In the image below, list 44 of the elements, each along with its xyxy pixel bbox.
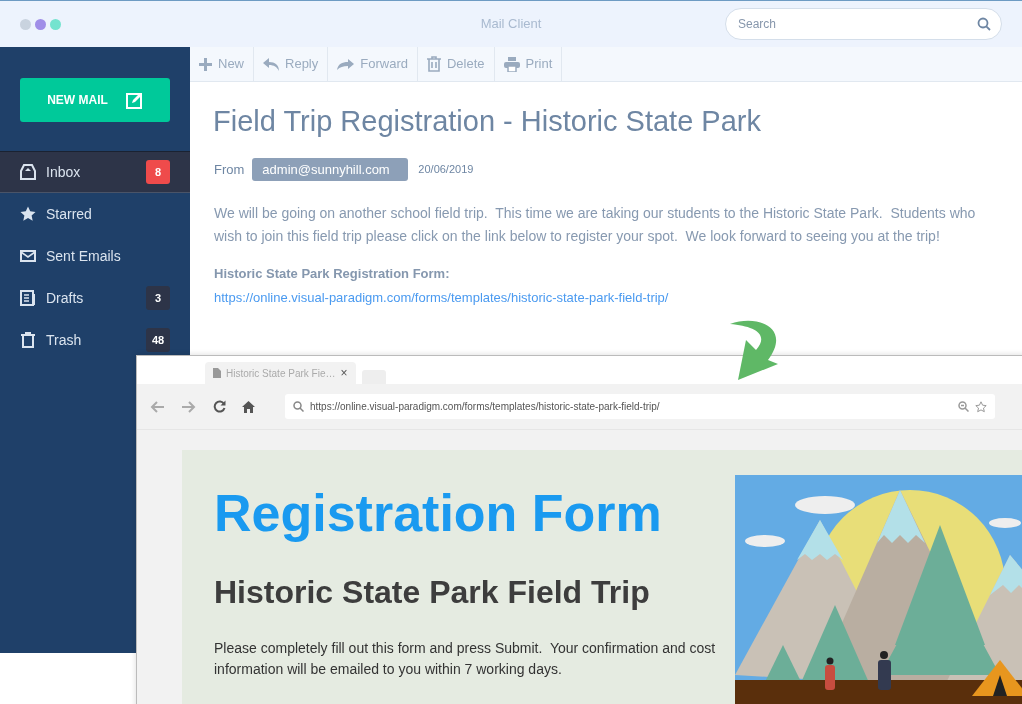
sidebar-item[interactable]: Sent Emails — [0, 235, 190, 277]
sidebar-item[interactable]: Starred — [0, 193, 190, 235]
star-icon[interactable] — [975, 400, 987, 413]
link-heading: Historic State Park Registration Form: — [214, 265, 451, 283]
zoom-out-icon[interactable] — [958, 401, 969, 412]
address-bar[interactable]: https://online.visual-paradigm.com/forms/templates/historic-state-park-field-trip/ — [285, 394, 995, 419]
document-icon — [20, 290, 36, 306]
form-instructions: Please completely fill out this form and press Submit. Your confirmation and cost information will be emailed to you within 7 working days. — [214, 639, 717, 680]
printer-icon — [503, 56, 520, 72]
reload-icon[interactable] — [213, 400, 226, 413]
trash-icon — [426, 56, 441, 72]
inbox-icon — [20, 164, 36, 180]
forward-icon[interactable] — [181, 399, 197, 414]
window-control-icon[interactable] — [35, 18, 46, 30]
compose-icon — [125, 91, 143, 109]
home-icon[interactable] — [242, 400, 255, 413]
window-title: Mail Client — [480, 16, 542, 32]
sidebar-item[interactable]: Drafts 3 — [0, 277, 190, 319]
search-icon — [293, 401, 304, 412]
form-subheading: Historic State Park Field Trip — [214, 573, 651, 613]
sender-address: admin@sunnyhill.com — [252, 157, 409, 181]
search-field[interactable]: Search — [725, 8, 1002, 40]
form-heading: Registration Form — [214, 485, 663, 543]
envelope-icon — [20, 249, 36, 263]
star-icon — [20, 206, 36, 222]
reply-icon — [263, 57, 279, 71]
email-subject: Field Trip Registration - Historic State Park — [213, 104, 762, 139]
count-badge: 3 — [146, 286, 170, 310]
email-body: We will be going on another school field trip. This time we are taking our students to the Historic State Park. Students who wish to join this field trip please click on the link below to register your spot. We look forward to seeing you at the trip! — [214, 204, 977, 246]
back-icon[interactable] — [149, 399, 165, 414]
email-date: 20/06/2019 — [418, 162, 474, 177]
from-label: From — [214, 160, 245, 179]
trash-icon — [21, 332, 35, 348]
window-control-icon[interactable] — [20, 18, 31, 30]
count-badge: 48 — [146, 328, 170, 352]
close-icon[interactable]: × — [340, 364, 348, 382]
count-badge: 8 — [146, 160, 170, 184]
window-control-icon[interactable] — [50, 18, 61, 30]
search-icon[interactable] — [977, 17, 991, 31]
browser-tab[interactable]: Historic State Park Fie… × — [205, 362, 356, 384]
sidebar-item[interactable]: Inbox 8 — [0, 151, 190, 193]
forward-icon — [337, 57, 355, 71]
page-icon — [213, 368, 221, 378]
plus-icon — [199, 57, 212, 71]
